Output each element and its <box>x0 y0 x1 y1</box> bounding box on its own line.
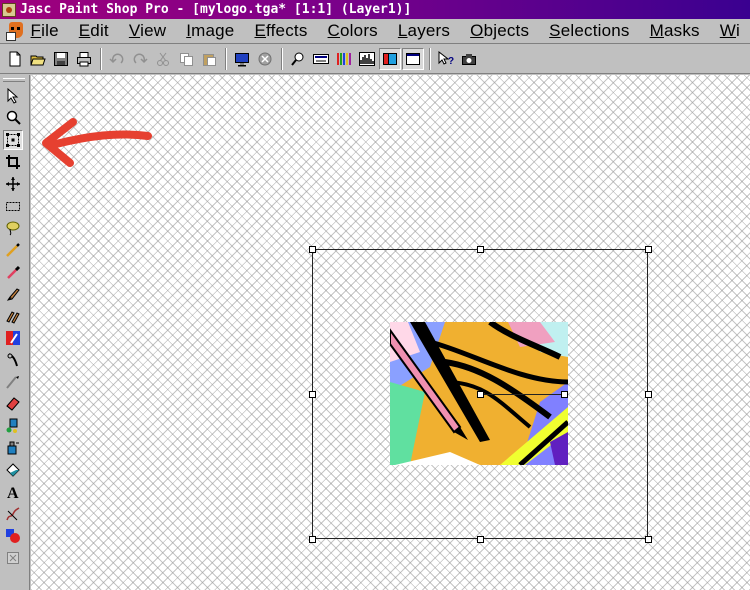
text-tool-icon[interactable]: A <box>3 482 23 502</box>
app-icon[interactable] <box>2 2 16 17</box>
handle-top-right[interactable] <box>645 246 652 253</box>
menu-window[interactable]: Wi <box>710 21 750 41</box>
print-icon[interactable] <box>73 48 95 70</box>
color-palette-icon[interactable] <box>333 48 355 70</box>
draw-tool-icon[interactable] <box>3 504 23 524</box>
handle-middle-right[interactable] <box>645 391 652 398</box>
menu-masks[interactable]: Masks <box>640 21 710 41</box>
airbrush-tool-icon[interactable] <box>3 438 23 458</box>
flood-fill-tool-icon[interactable] <box>3 460 23 480</box>
redo-icon[interactable] <box>129 48 151 70</box>
handle-bottom-right[interactable] <box>645 536 652 543</box>
preset-shapes-tool-icon[interactable] <box>3 526 23 546</box>
layer-palette-icon[interactable] <box>379 48 401 70</box>
copy-icon[interactable] <box>175 48 197 70</box>
svg-text:?: ? <box>448 56 454 67</box>
menu-colors[interactable]: Colors <box>318 21 388 41</box>
toolbar-separator <box>100 48 102 70</box>
window-title: Jasc Paint Shop Pro - [mylogo.tga* [1:1]… <box>20 2 412 17</box>
dropper-tool-icon[interactable] <box>3 262 23 282</box>
toolbar-separator <box>281 48 283 70</box>
menu-bar: File Edit View Image Effects Colors Laye… <box>0 19 750 44</box>
save-icon[interactable] <box>50 48 72 70</box>
document-icon[interactable] <box>6 20 23 42</box>
menu-file[interactable]: File <box>21 21 69 41</box>
tool-palette: A <box>0 75 30 590</box>
standard-toolbar: ? <box>0 45 750 74</box>
handle-middle-left[interactable] <box>309 391 316 398</box>
menu-layers[interactable]: Layers <box>388 21 460 41</box>
cut-icon[interactable] <box>152 48 174 70</box>
object-selector-tool-icon[interactable] <box>3 548 23 568</box>
freehand-tool-icon[interactable] <box>3 218 23 238</box>
paint-brush-tool-icon[interactable] <box>3 284 23 304</box>
menu-selections[interactable]: Selections <box>539 21 639 41</box>
magic-wand-tool-icon[interactable] <box>3 240 23 260</box>
handle-bottom-center[interactable] <box>477 536 484 543</box>
selection-tool-icon[interactable] <box>3 196 23 216</box>
retouch-tool-icon[interactable] <box>3 350 23 370</box>
handle-top-left[interactable] <box>309 246 316 253</box>
context-help-icon[interactable]: ? <box>435 48 457 70</box>
menu-effects[interactable]: Effects <box>244 21 317 41</box>
eraser-tool-icon[interactable] <box>3 394 23 414</box>
title-bar: Jasc Paint Shop Pro - [mylogo.tga* [1:1]… <box>0 0 750 19</box>
svg-text:A: A <box>7 485 19 500</box>
menu-objects[interactable]: Objects <box>460 21 539 41</box>
deformation-tool-icon[interactable] <box>3 130 23 150</box>
open-icon[interactable] <box>27 48 49 70</box>
full-screen-preview-icon[interactable] <box>231 48 253 70</box>
handle-top-center[interactable] <box>477 246 484 253</box>
clone-brush-tool-icon[interactable] <box>3 306 23 326</box>
crop-tool-icon[interactable] <box>3 152 23 172</box>
zoom-tool-icon[interactable] <box>3 108 23 128</box>
handle-center[interactable] <box>477 391 484 398</box>
picture-tube-tool-icon[interactable] <box>3 416 23 436</box>
scratch-remover-tool-icon[interactable] <box>3 372 23 392</box>
handle-bottom-left[interactable] <box>309 536 316 543</box>
menu-view[interactable]: View <box>119 21 176 41</box>
undo-icon[interactable] <box>106 48 128 70</box>
palette-grip[interactable] <box>3 78 25 82</box>
rotation-handle-line <box>480 394 564 395</box>
acquire-icon[interactable] <box>458 48 480 70</box>
overview-icon[interactable] <box>287 48 309 70</box>
arrow-tool-icon[interactable] <box>3 86 23 106</box>
toolbar-separator <box>225 48 227 70</box>
paste-icon[interactable] <box>198 48 220 70</box>
mover-tool-icon[interactable] <box>3 174 23 194</box>
handle-rotation[interactable] <box>561 391 568 398</box>
tool-palette-icon[interactable] <box>402 48 424 70</box>
annotation-arrow <box>42 118 152 167</box>
histogram-icon[interactable] <box>356 48 378 70</box>
tool-options-icon[interactable] <box>310 48 332 70</box>
new-icon[interactable] <box>4 48 26 70</box>
color-replacer-tool-icon[interactable] <box>3 328 23 348</box>
normal-viewing-icon[interactable] <box>254 48 276 70</box>
menu-edit[interactable]: Edit <box>69 21 119 41</box>
toolbar-separator <box>429 48 431 70</box>
menu-image[interactable]: Image <box>176 21 244 41</box>
